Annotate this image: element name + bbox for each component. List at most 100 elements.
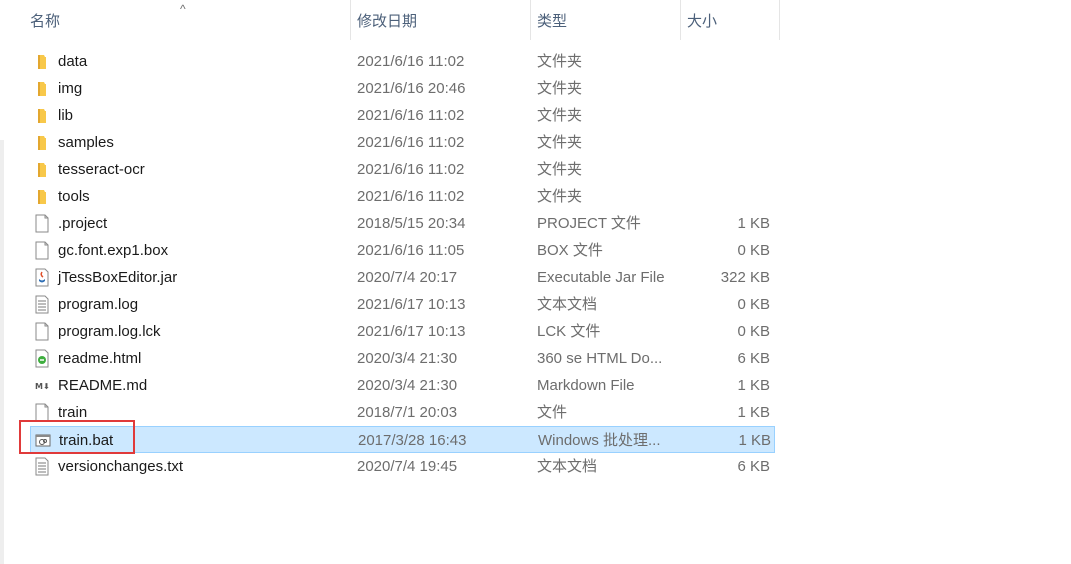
file-row[interactable]: readme.html 2020/3/4 21:30 360 se HTML Do.…: [30, 345, 775, 372]
file-row[interactable]: versionchanges.txt 2020/7/4 19:45 文本文档 6 KB: [30, 453, 775, 480]
file-modified-date: 2017/3/28 16:43: [358, 432, 467, 449]
column-header-type[interactable]: 类型: [530, 0, 680, 40]
column-header-date-label: 修改日期: [357, 13, 418, 30]
file-type: 文件夹: [537, 80, 583, 97]
file-row[interactable]: train.bat 2017/3/28 16:43 Windows 批处理... 1 …: [30, 426, 775, 453]
file-modified-date: 2020/7/4 19:45: [357, 458, 458, 475]
file-modified-date: 2021/6/16 11:02: [357, 134, 465, 151]
file-modified-date: 2021/6/16 11:02: [357, 188, 465, 205]
column-header-name-label: 名称: [30, 13, 61, 30]
file-modified-date: 2018/5/15 20:34: [357, 215, 466, 232]
file-row[interactable]: .project 2018/5/15 20:34 PROJECT 文件 1 KB: [30, 210, 775, 237]
file-row[interactable]: samples 2021/6/16 11:02 文件夹: [30, 129, 775, 156]
file-name: data: [58, 53, 88, 70]
markdown-file-icon: M⬇: [34, 376, 50, 395]
file-type: 文件: [537, 404, 568, 421]
file-type: BOX 文件: [537, 242, 603, 259]
java-jar-icon: [34, 268, 50, 287]
column-header-size-label: 大小: [687, 13, 718, 30]
file-type: PROJECT 文件: [537, 215, 641, 232]
file-type: Executable Jar File: [537, 269, 665, 286]
folder-icon: [34, 79, 50, 98]
file-modified-date: 2021/6/16 11:02: [357, 107, 465, 124]
file-modified-date: 2020/3/4 21:30: [357, 377, 458, 394]
nav-pane-edge: [0, 0, 5, 564]
nav-pane-scrollbar[interactable]: [0, 140, 4, 564]
html-file-icon: [34, 349, 50, 368]
file-row[interactable]: data 2021/6/16 11:02 文件夹: [30, 48, 775, 75]
file-name: img: [58, 80, 83, 97]
file-name: jTessBoxEditor.jar: [58, 269, 178, 286]
file-row[interactable]: lib 2021/6/16 11:02 文件夹: [30, 102, 775, 129]
file-name: program.log: [58, 296, 139, 313]
file-modified-date: 2021/6/16 11:05: [357, 242, 465, 259]
file-row[interactable]: img 2021/6/16 20:46 文件夹: [30, 75, 775, 102]
svg-text:M⬇: M⬇: [35, 382, 50, 391]
file-type: 360 se HTML Do...: [537, 350, 663, 367]
file-size: 0 KB: [737, 296, 770, 313]
blank-file-icon: [34, 322, 50, 341]
file-modified-date: 2021/6/17 10:13: [357, 323, 466, 340]
column-header-date[interactable]: 修改日期: [350, 0, 530, 40]
file-modified-date: 2021/6/16 20:46: [357, 80, 466, 97]
file-name: tools: [58, 188, 90, 205]
file-row[interactable]: program.log 2021/6/17 10:13 文本文档 0 KB: [30, 291, 775, 318]
file-size: 1 KB: [738, 432, 771, 449]
file-row[interactable]: program.log.lck 2021/6/17 10:13 LCK 文件 0 KB: [30, 318, 775, 345]
folder-icon: [34, 187, 50, 206]
file-name: README.md: [58, 377, 148, 394]
file-explorer-window: 名称 ^ 修改日期 类型 大小 data 2021/6/16 11:02 文件夹 im…: [0, 0, 1071, 564]
folder-icon: [34, 160, 50, 179]
file-size: [680, 75, 770, 102]
file-row[interactable]: M⬇ README.md 2020/3/4 21:30 Markdown File 1 …: [30, 372, 775, 399]
file-modified-date: 2021/6/16 11:02: [357, 161, 465, 178]
file-name: lib: [58, 107, 74, 124]
file-modified-date: 2020/7/4 20:17: [357, 269, 458, 286]
file-size: 0 KB: [737, 323, 770, 340]
column-header-name[interactable]: 名称: [24, 0, 350, 40]
file-modified-date: 2018/7/1 20:03: [357, 404, 458, 421]
column-header-bar: 名称 ^ 修改日期 类型 大小: [0, 0, 780, 40]
file-modified-date: 2021/6/16 11:02: [357, 53, 465, 70]
file-row[interactable]: tools 2021/6/16 11:02 文件夹: [30, 183, 775, 210]
file-size: 1 KB: [737, 377, 770, 394]
blank-file-icon: [34, 241, 50, 260]
file-size: 0 KB: [737, 242, 770, 259]
file-size: 1 KB: [737, 404, 770, 421]
file-type: 文件夹: [537, 107, 583, 124]
file-type: 文件夹: [537, 161, 583, 178]
file-name: versionchanges.txt: [58, 458, 184, 475]
file-name: program.log.lck: [58, 323, 161, 340]
file-size: 6 KB: [737, 458, 770, 475]
file-name: readme.html: [58, 350, 142, 367]
file-size: [680, 129, 770, 156]
column-header-type-label: 类型: [537, 13, 568, 30]
column-header-size[interactable]: 大小: [680, 0, 780, 40]
file-type: 文件夹: [537, 188, 583, 205]
file-name: gc.font.exp1.box: [58, 242, 169, 259]
file-type: Markdown File: [537, 377, 635, 394]
file-type: 文本文档: [537, 296, 598, 313]
sort-ascending-icon: ^: [180, 2, 186, 16]
file-row[interactable]: jTessBoxEditor.jar 2020/7/4 20:17 Executab…: [30, 264, 775, 291]
file-type: 文件夹: [537, 134, 583, 151]
file-size: 322 KB: [720, 269, 770, 286]
file-modified-date: 2020/3/4 21:30: [357, 350, 458, 367]
annotation-highlight-box: [19, 420, 135, 454]
file-row[interactable]: tesseract-ocr 2021/6/16 11:02 文件夹: [30, 156, 775, 183]
file-type: 文本文档: [537, 458, 598, 475]
folder-icon: [34, 52, 50, 71]
file-size: [680, 102, 770, 129]
file-size: [680, 48, 770, 75]
file-size: 1 KB: [737, 215, 770, 232]
file-type: Windows 批处理...: [538, 432, 661, 449]
file-size: [680, 156, 770, 183]
file-size: [680, 183, 770, 210]
text-file-icon: [34, 295, 50, 314]
folder-icon: [34, 106, 50, 125]
file-size: 6 KB: [737, 350, 770, 367]
file-row[interactable]: gc.font.exp1.box 2021/6/16 11:05 BOX 文件 0 K…: [30, 237, 775, 264]
file-row[interactable]: train 2018/7/1 20:03 文件 1 KB: [30, 399, 775, 426]
blank-file-icon: [34, 214, 50, 233]
file-name: tesseract-ocr: [58, 161, 145, 178]
